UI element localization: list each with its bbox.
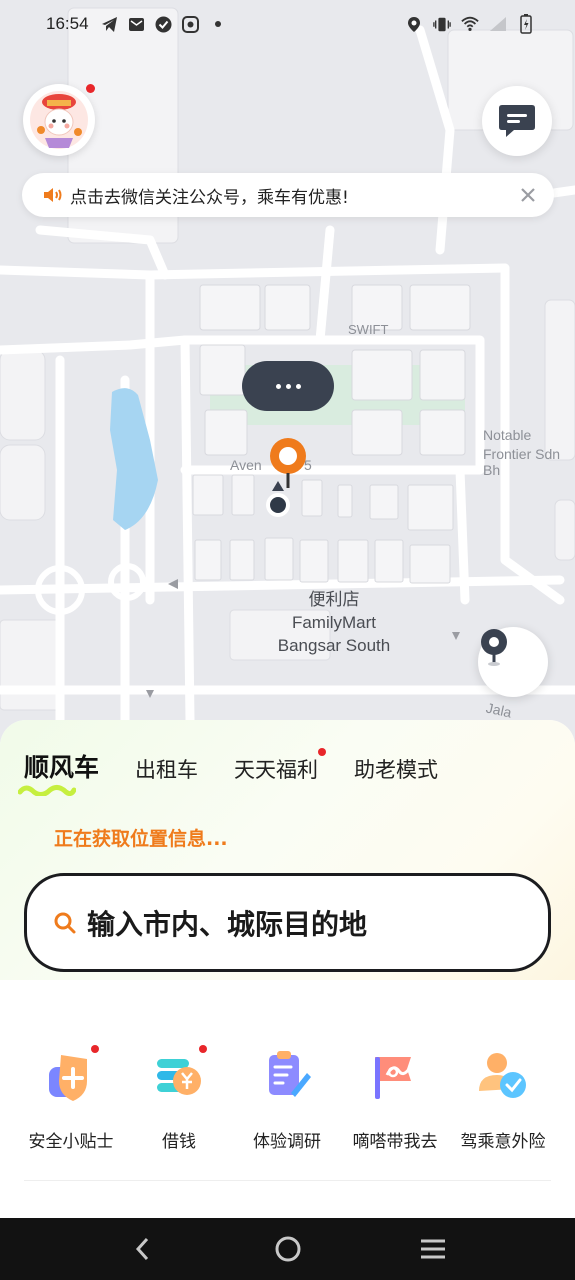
map-label-notable-2: Frontier Sdn Bh [483,446,561,478]
user-shield-icon [471,1045,535,1109]
dot-icon [209,15,227,33]
poi-line2: FamilyMart [291,613,377,632]
vibrate-icon [433,15,451,33]
tab-carpool[interactable]: 顺风车 [18,748,100,796]
service-tabs: 顺风车 出租车 天天福利 助老模式 [18,748,474,796]
home-icon [275,1236,300,1262]
shortcut-survey[interactable]: 体验调研 [233,1045,341,1152]
status-time: 16:54 [46,14,89,33]
destination-search[interactable]: 输入市内、城际目的地 [24,873,551,972]
mail-icon [128,15,146,33]
bottom-sheet: 顺风车 出租车 天天福利 助老模式 正在获取位置信息... 输入市内、城际目的地 [0,720,575,1220]
check-circle-icon [155,15,173,33]
notice-banner[interactable]: 点击去微信关注公众号，乘车有优惠! [22,173,554,217]
shield-plus-icon [39,1045,103,1109]
poi-familymart[interactable]: 便利店 FamilyMart Bangsar South [262,588,406,657]
telegram-icon [101,15,119,33]
chat-icon [499,105,535,137]
wifi-icon [461,15,479,33]
signal-icon [489,15,507,33]
tab-badge [318,748,327,756]
search-icon [54,912,76,933]
close-icon[interactable] [520,187,536,203]
status-bar: 16:54 [0,0,575,48]
loading-dot [285,383,291,389]
avatar-badge [86,84,95,93]
tab-elderly-mode-label: 助老模式 [354,758,439,782]
map-label-notable: Notable [483,427,532,443]
map-label-swift: SWIFT [348,322,389,337]
shortcut-row: 安全小贴士 借钱 体验调研 嘀嗒带我去 驾乘意外险 [0,1045,575,1152]
flag-icon [363,1045,427,1109]
loading-dot [295,383,301,389]
clipboard-pen-icon [255,1045,319,1109]
battery-icon [517,14,535,34]
shortcut-take-me[interactable]: 嘀嗒带我去 [341,1045,449,1152]
tab-daily-benefits[interactable]: 天天福利 [234,748,327,784]
user-avatar[interactable] [23,84,95,156]
status-right [395,14,535,34]
shortcut-safety-tips[interactable]: 安全小贴士 [17,1045,125,1152]
menu-icon [420,1239,445,1259]
shortcut-borrow-money[interactable]: 借钱 [125,1045,233,1152]
loading-bubble [242,361,334,411]
tab-elderly-mode[interactable]: 助老模式 [354,754,438,784]
app-icon [182,15,200,33]
search-placeholder: 输入市内、城际目的地 [87,907,368,941]
tab-taxi-label: 出租车 [135,758,199,782]
section-divider [24,1180,551,1181]
coin-stack-icon [147,1045,211,1109]
shortcut-accident-insurance[interactable]: 驾乘意外险 [449,1045,557,1152]
notice-text: 点击去微信关注公众号，乘车有优惠! [70,187,349,208]
tab-active-underline [18,784,76,796]
locate-me-button[interactable] [478,627,548,697]
current-location-icon [266,481,290,517]
location-pin-icon [481,629,507,666]
home-button[interactable] [268,1229,308,1269]
tab-daily-benefits-label: 天天福利 [234,758,319,782]
location-status: 正在获取位置信息... [54,828,228,850]
map-label-avenue: Aven [230,457,262,473]
system-nav-bar [0,1218,575,1280]
recents-button[interactable] [413,1229,453,1269]
shortcut-label: 驾乘意外险 [460,1132,546,1152]
tab-carpool-label: 顺风车 [24,753,100,782]
shortcut-label: 嘀嗒带我去 [352,1132,438,1152]
shortcut-label: 安全小贴士 [28,1132,114,1152]
messages-button[interactable] [482,86,552,156]
shortcut-label: 借钱 [162,1132,196,1152]
back-button[interactable] [123,1229,163,1269]
loading-dot [275,383,281,389]
shortcut-label: 体验调研 [253,1132,321,1152]
poi-line3: Bangsar South [277,636,391,655]
poi-line1: 便利店 [308,590,360,609]
avatar-rabbit-icon [30,91,88,149]
shortcut-badge [91,1045,99,1053]
shortcut-badge [199,1045,207,1053]
speaker-icon [44,188,62,202]
back-icon [135,1237,148,1261]
location-icon [405,15,423,33]
tab-taxi[interactable]: 出租车 [135,754,198,784]
